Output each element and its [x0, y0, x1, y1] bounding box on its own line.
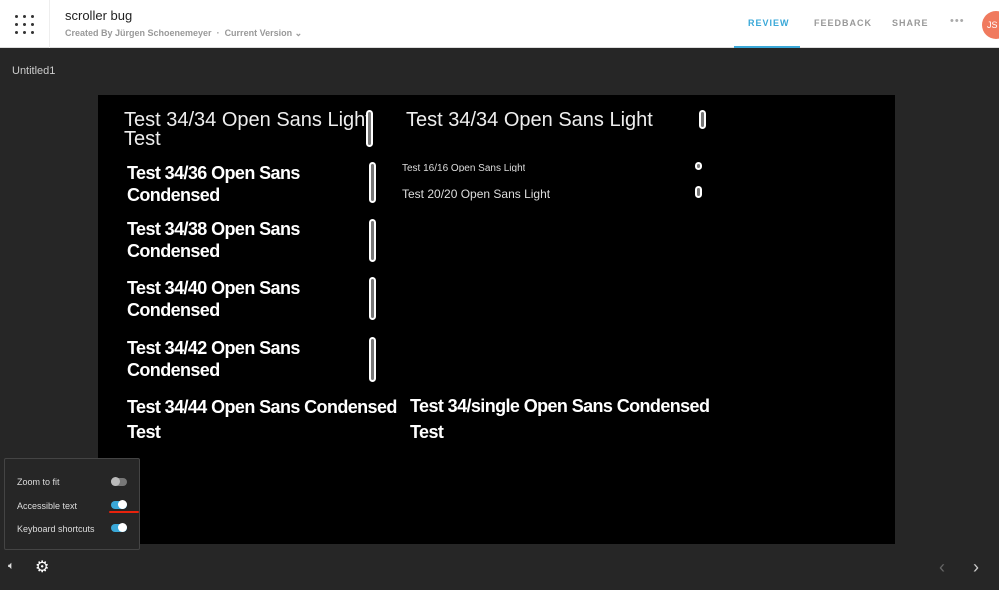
- tab-feedback[interactable]: FEEDBACK: [814, 18, 872, 28]
- scrollbar[interactable]: [369, 219, 376, 262]
- scrollbar[interactable]: [699, 110, 706, 129]
- scrollbar[interactable]: [369, 277, 376, 320]
- created-by: Created By Jürgen Schoenemeyer: [65, 28, 212, 38]
- tab-review[interactable]: REVIEW: [748, 18, 790, 28]
- page-name: Untitled1: [12, 65, 56, 77]
- scrollbar[interactable]: [369, 337, 376, 382]
- text-block: Test 34/44 Open Sans Condensed Test: [127, 397, 397, 442]
- scrollbar[interactable]: [366, 110, 373, 147]
- scrollbar[interactable]: [695, 162, 702, 170]
- project-subtitle: Created By Jürgen Schoenemeyer · Current V…: [65, 28, 307, 39]
- previous-page-icon[interactable]: ‹: [939, 557, 945, 578]
- version-dropdown[interactable]: Current Version ⌄: [225, 28, 303, 38]
- accessible-text-toggle[interactable]: [111, 500, 127, 509]
- more-icon[interactable]: •••: [950, 15, 965, 27]
- speaker-icon[interactable]: 🔈︎: [8, 560, 15, 573]
- text-block: Test 34/single Open Sans Condensed Test: [410, 396, 710, 442]
- avatar[interactable]: JS: [982, 11, 999, 39]
- zoom-to-fit-label: Zoom to fit: [17, 477, 60, 487]
- text-block: Test 16/16 Open Sans Light: [402, 163, 526, 172]
- gear-icon[interactable]: ⚙: [35, 557, 49, 577]
- top-bar: scroller bug Created By Jürgen Schoeneme…: [0, 0, 999, 48]
- keyboard-shortcuts-label: Keyboard shortcuts: [17, 524, 95, 534]
- active-tab-indicator: [734, 46, 800, 48]
- tab-share[interactable]: SHARE: [892, 18, 929, 28]
- zoom-to-fit-toggle[interactable]: [111, 477, 127, 486]
- project-title: scroller bug: [65, 8, 133, 23]
- text-block: Test 34/34 Open Sans Light: [406, 111, 653, 131]
- text-block: Test 34/34 Open Sans Light Test: [124, 109, 371, 150]
- text-block: Test 34/36 Open Sans Condensed: [127, 163, 300, 205]
- next-page-icon[interactable]: ›: [973, 557, 979, 578]
- accessible-text-label: Accessible text: [17, 501, 78, 511]
- prototype-canvas: Test 34/34 Open Sans Light Test Test 34/3…: [98, 95, 895, 544]
- keyboard-shortcuts-toggle[interactable]: [111, 523, 127, 532]
- apps-grid-icon[interactable]: [0, 0, 50, 48]
- scrollbar[interactable]: [369, 162, 376, 203]
- scrollbar[interactable]: [695, 186, 702, 198]
- text-block: Test 34/40 Open Sans Condensed: [127, 278, 300, 320]
- separator: ·: [216, 28, 220, 38]
- text-block: Test 34/42 Open Sans Condensed: [127, 338, 300, 380]
- text-block: Test 34/38 Open Sans Condensed: [127, 219, 300, 261]
- text-block: Test 20/20 Open Sans Light: [402, 187, 551, 201]
- annotation-underline: [109, 511, 139, 513]
- settings-popup: Zoom to fit Accessible text Keyboard sho…: [4, 458, 140, 550]
